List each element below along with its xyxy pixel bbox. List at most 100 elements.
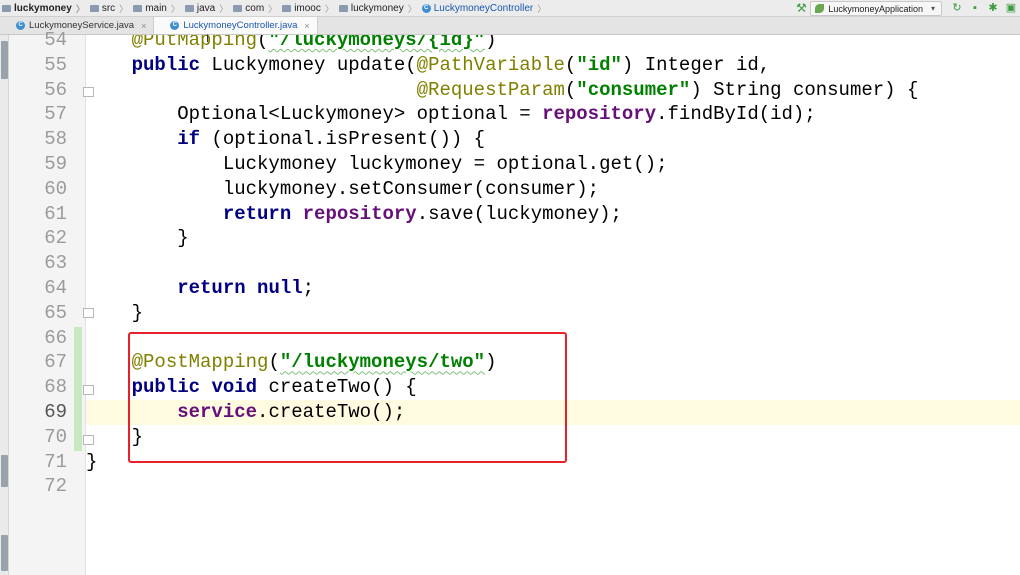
breadcrumb-item[interactable]: imooc 〉 <box>280 0 337 17</box>
code-token: ) Integer id, <box>621 53 771 76</box>
chevron-right-icon: 〉 <box>268 3 278 14</box>
editor-tabs: C LuckymoneyService.java × C LuckymoneyContr… <box>0 17 1020 35</box>
folder-icon <box>2 4 11 12</box>
code-token: ) <box>485 35 497 51</box>
breadcrumb-label: imooc <box>294 2 321 14</box>
line-number: 55 <box>44 53 67 76</box>
coverage-icon[interactable]: ▣ <box>1002 0 1020 17</box>
code-token: Optional<Luckymoney> optional = <box>86 103 543 126</box>
navigation-bar: luckymoney 〉 src 〉 main 〉 java 〉 com 〉 imooc 〉 lucky… <box>0 0 1020 17</box>
breadcrumb-item[interactable]: src 〉 <box>88 0 131 17</box>
code-line[interactable]: Optional<Luckymoney> optional = reposito… <box>86 102 1020 127</box>
breadcrumb-label: src <box>101 2 116 14</box>
code-token: .save(luckymoney); <box>416 202 622 225</box>
breadcrumb-item[interactable]: java 〉 <box>183 0 231 17</box>
close-icon[interactable]: × <box>304 21 309 31</box>
chevron-right-icon: 〉 <box>119 3 129 14</box>
code-editor[interactable]: @PutMapping("/luckymoneys/{id}") public … <box>86 35 1020 575</box>
line-number: 58 <box>44 128 67 151</box>
chevron-right-icon: 〉 <box>537 3 547 14</box>
close-icon[interactable]: × <box>141 21 146 31</box>
code-line[interactable] <box>86 251 1020 276</box>
line-number-gutter[interactable]: 54 55 56 57 58 59 60 61 62 63 64 65 66 67 68 69 70 71 72 <box>9 29 94 575</box>
code-token: Luckymoney luckymoney = optional.get(); <box>86 153 668 175</box>
code-token: "id" <box>576 53 622 76</box>
chevron-down-icon: ▾ <box>930 4 935 13</box>
rerun-icon[interactable]: ↻ <box>948 0 966 17</box>
code-token: luckymoney.setConsumer(consumer); <box>86 177 600 200</box>
breadcrumb-item[interactable]: luckymoney 〉 <box>337 0 420 17</box>
line-number: 69 <box>44 401 67 423</box>
code-token: .findById(id); <box>656 103 816 126</box>
code-token: ( <box>564 53 577 76</box>
code-line[interactable]: if (optional.isPresent()) { <box>86 127 1020 152</box>
favorites-tool-tab[interactable] <box>1 535 8 571</box>
code-token: null <box>257 277 303 299</box>
code-line[interactable]: Luckymoney luckymoney = optional.get(); <box>86 152 1020 177</box>
code-token: @PutMapping <box>131 35 258 51</box>
code-line[interactable]: return repository.save(luckymoney); <box>86 202 1020 227</box>
code-line[interactable]: @PutMapping("/luckymoneys/{id}") <box>86 35 1020 53</box>
code-token: @RequestParam <box>416 78 565 101</box>
chevron-right-icon: 〉 <box>170 3 180 14</box>
code-line[interactable]: @RequestParam("consumer") String consume… <box>86 78 1020 103</box>
code-token: } <box>86 450 98 473</box>
code-line[interactable]: } <box>86 226 1020 251</box>
code-token: (optional.isPresent()) { <box>200 128 486 151</box>
line-number: 60 <box>44 177 67 200</box>
breadcrumb-item[interactable]: main 〉 <box>131 0 183 17</box>
code-token: } <box>86 227 189 250</box>
code-line[interactable]: public Luckymoney update(@PathVariable("… <box>86 53 1020 78</box>
structure-tool-tab[interactable] <box>1 455 8 487</box>
code-token: public <box>131 53 201 76</box>
code-token: "/luckymoneys/{id}" <box>268 35 486 51</box>
editor-tab[interactable]: C LuckymoneyController.java × <box>154 17 318 34</box>
breadcrumb-label: LuckymoneyController <box>433 2 534 14</box>
line-number: 64 <box>44 277 67 299</box>
code-line[interactable]: } <box>86 301 1020 326</box>
class-icon: C <box>421 3 431 13</box>
breadcrumb-item[interactable]: C LuckymoneyController 〉 <box>420 0 550 17</box>
run-configuration-select[interactable]: LuckymoneyApplication ▾ <box>810 1 942 16</box>
folder-icon <box>184 4 194 12</box>
breadcrumb-label: java <box>196 2 216 14</box>
project-tool-tab[interactable] <box>1 41 8 79</box>
stop-icon[interactable]: ▪ <box>966 0 984 17</box>
line-number: 72 <box>44 475 67 498</box>
chevron-right-icon: 〉 <box>219 3 229 14</box>
run-configuration-label: LuckymoneyApplication <box>828 3 923 14</box>
line-number: 63 <box>44 252 67 275</box>
line-number: 67 <box>44 351 67 374</box>
highlight-box <box>128 332 567 463</box>
chevron-right-icon: 〉 <box>407 3 417 14</box>
code-token: Luckymoney update( <box>200 53 417 76</box>
hammer-icon[interactable]: ⚒ <box>792 0 810 17</box>
breadcrumb-item[interactable]: luckymoney 〉 <box>0 0 88 17</box>
breadcrumb-label: luckymoney <box>14 2 72 14</box>
folder-icon <box>282 4 292 12</box>
debug-icon[interactable]: ✱ <box>984 0 1002 17</box>
line-number: 56 <box>44 78 67 101</box>
spring-boot-icon <box>815 4 825 13</box>
code-line[interactable] <box>86 474 1020 499</box>
line-number: 59 <box>44 153 67 175</box>
breadcrumb: luckymoney 〉 src 〉 main 〉 java 〉 com 〉 imooc 〉 lucky… <box>0 0 549 17</box>
code-token: ( <box>257 35 269 51</box>
breadcrumb-label: com <box>245 2 265 14</box>
code-line[interactable]: return null; <box>86 276 1020 301</box>
run-toolbar: ⚒ LuckymoneyApplication ▾ ↻ ▪ ✱ ▣ <box>792 0 1020 17</box>
change-marker[interactable] <box>74 327 82 451</box>
code-line[interactable]: luckymoney.setConsumer(consumer); <box>86 177 1020 202</box>
code-token: "consumer" <box>576 78 691 101</box>
breadcrumb-item[interactable]: com 〉 <box>231 0 280 17</box>
line-number: 71 <box>44 450 67 473</box>
tool-window-strip <box>0 35 9 575</box>
